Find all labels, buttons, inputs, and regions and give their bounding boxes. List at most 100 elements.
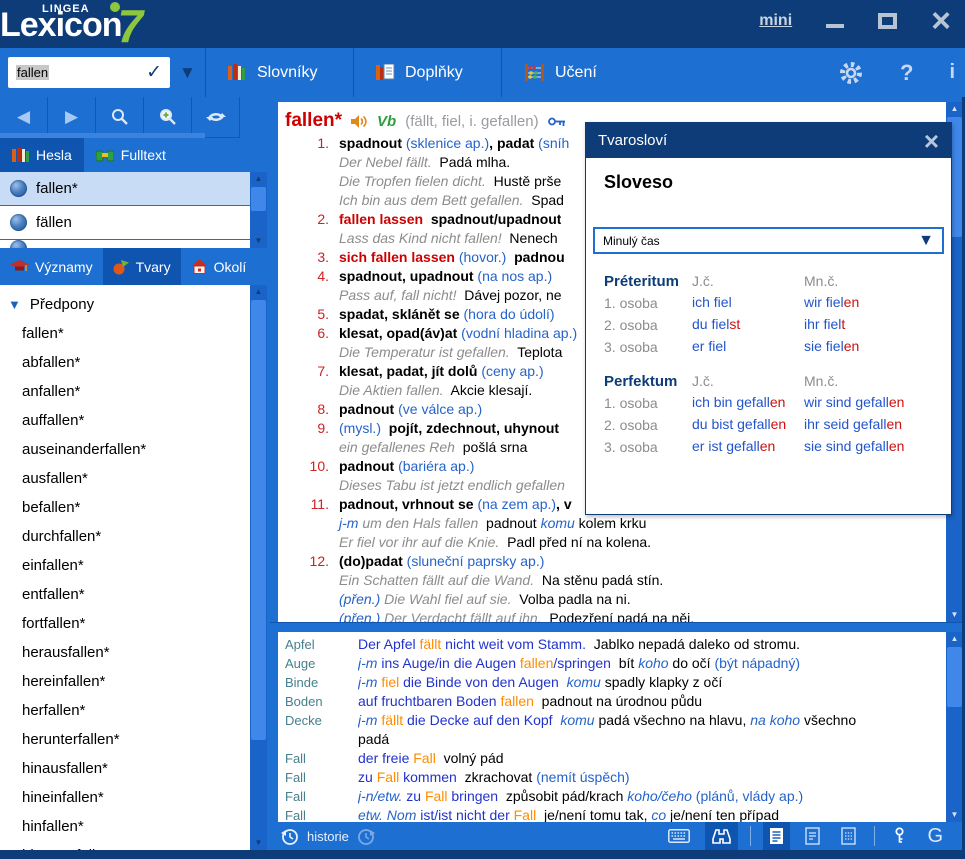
prefix-list-item[interactable]: hereinfallen* — [0, 667, 250, 696]
dialog-title-bar[interactable]: Tvarosloví × — [586, 123, 951, 158]
example-keyword[interactable]: Fall — [285, 749, 358, 768]
prefix-list-item[interactable]: hinunterfallen* — [0, 841, 250, 850]
history-label[interactable]: historie — [307, 829, 349, 844]
text-segment: Fall — [377, 769, 400, 785]
text-segment: fallen lassen — [339, 211, 423, 227]
prefix-scrollbar[interactable]: ▲ ▼ — [250, 285, 267, 850]
tab-okoli[interactable]: Okolí — [181, 248, 257, 285]
example-keyword[interactable]: Auge — [285, 654, 358, 673]
sync-button[interactable] — [192, 97, 240, 138]
search-dropdown-arrow[interactable]: ▼ — [179, 63, 196, 83]
sidebar: ◀ ▶ Hesla Fu — [0, 97, 270, 850]
close-button[interactable]: × — [931, 8, 951, 34]
speaker-icon[interactable] — [351, 114, 368, 129]
tab-slovniky[interactable]: Slovníky — [205, 48, 353, 97]
prefix-list-item[interactable]: abfallen* — [0, 348, 250, 377]
tab-vyznamy[interactable]: Významy — [0, 248, 103, 285]
prefix-list-item[interactable]: auseinanderfallen* — [0, 435, 250, 464]
scroll-down-icon[interactable]: ▼ — [250, 836, 267, 850]
prefix-list-item[interactable]: hinausfallen* — [0, 754, 250, 783]
example-keyword[interactable]: Binde — [285, 673, 358, 692]
prefix-list-item[interactable]: entfallen* — [0, 580, 250, 609]
text-segment: um den Hals fallen — [358, 515, 478, 531]
info-icon[interactable]: i — [949, 61, 955, 84]
scroll-thumb[interactable] — [251, 300, 266, 740]
doc-dotted-icon[interactable] — [835, 822, 862, 850]
form-base: sie fiel — [804, 338, 844, 354]
close-icon[interactable]: × — [924, 131, 939, 151]
key-icon[interactable] — [548, 116, 566, 127]
search-input[interactable]: fallen ✓ — [8, 57, 170, 88]
scroll-up-icon[interactable]: ▲ — [250, 285, 267, 299]
example-keyword[interactable]: Decke — [285, 711, 358, 749]
scroll-up-icon[interactable]: ▲ — [250, 172, 267, 186]
binoculars-icon[interactable] — [705, 822, 738, 850]
prefix-list-item[interactable]: hineinfallen* — [0, 783, 250, 812]
example-line: etw. Nom ist/ist nicht der Fall je/není … — [358, 806, 779, 822]
example-keyword[interactable]: Fall — [285, 806, 358, 822]
example-keyword[interactable]: Fall — [285, 787, 358, 806]
text-segment: Die Wahl fiel auf sie. — [380, 591, 511, 607]
meaning-body: padnout (ve válce ap.) — [329, 400, 482, 419]
search-plus-button[interactable] — [144, 97, 192, 138]
prefix-list-item[interactable]: fortfallen* — [0, 609, 250, 638]
scroll-down-icon[interactable]: ▼ — [946, 608, 963, 622]
conjugation-row: 1. osobaich fielwir fielen — [586, 292, 951, 314]
example-keyword[interactable]: Fall — [285, 768, 358, 787]
tab-uceni[interactable]: Učení — [501, 48, 649, 97]
prefix-list-item[interactable]: auffallen* — [0, 406, 250, 435]
minimize-button[interactable] — [826, 14, 844, 28]
history-forward-icon[interactable] — [357, 827, 376, 846]
history-back-icon[interactable] — [280, 827, 299, 846]
keyboard-icon[interactable] — [662, 822, 696, 850]
help-icon[interactable]: ? — [900, 60, 913, 86]
tab-doplnky[interactable]: Doplňky — [353, 48, 501, 97]
example-keyword[interactable]: Boden — [285, 692, 358, 711]
prefix-list-item[interactable]: einfallen* — [0, 551, 250, 580]
forward-icon: ▶ — [65, 107, 78, 127]
text-segment: zkrachovat — [457, 769, 536, 785]
text-segment: , v — [556, 496, 572, 512]
text-segment: pojít, zdechnout, uhynout — [381, 420, 559, 436]
scroll-up-icon[interactable]: ▲ — [946, 632, 963, 646]
key-icon[interactable] — [887, 822, 912, 850]
prefix-list-item[interactable]: anfallen* — [0, 377, 250, 406]
prefix-group-header[interactable]: ▼ Předpony — [0, 289, 250, 319]
prefix-list-item[interactable]: herausfallen* — [0, 638, 250, 667]
tense-dropdown[interactable]: Minulý čas ▼ — [593, 227, 944, 254]
search-button[interactable] — [96, 97, 144, 138]
maximize-button[interactable] — [878, 13, 897, 29]
nav-forward-button[interactable]: ▶ — [48, 97, 96, 138]
tab-hesla[interactable]: Hesla — [0, 138, 84, 172]
headword-item[interactable]: fallen* — [0, 172, 250, 205]
scroll-down-icon[interactable]: ▼ — [946, 808, 963, 822]
example-body: der freie Fall volný pád — [358, 749, 504, 768]
prefix-list-item[interactable]: ausfallen* — [0, 464, 250, 493]
tab-fulltext[interactable]: Fulltext — [84, 138, 178, 172]
nav-back-button[interactable]: ◀ — [0, 97, 48, 138]
tab-tvary[interactable]: Tvary — [103, 248, 181, 285]
headword-scrollbar[interactable]: ▲ ▼ — [250, 172, 267, 248]
headword-list: fallen*fällen ▲ ▼ — [0, 172, 270, 248]
prefix-list-item[interactable]: durchfallen* — [0, 522, 250, 551]
doc-filled-icon[interactable] — [763, 822, 790, 850]
headword-item[interactable]: fällen — [0, 206, 250, 239]
person-label: 1. osoba — [604, 395, 692, 411]
scroll-down-icon[interactable]: ▼ — [250, 234, 267, 248]
settings-gear-icon[interactable] — [838, 60, 864, 86]
prefix-list-item[interactable]: herfallen* — [0, 696, 250, 725]
doc-outline-icon[interactable] — [799, 822, 826, 850]
example-keyword[interactable]: Apfel — [285, 635, 358, 654]
prefix-list-item[interactable]: hinfallen* — [0, 812, 250, 841]
prefix-list-item[interactable]: herunterfallen* — [0, 725, 250, 754]
google-icon[interactable]: G — [921, 822, 949, 850]
scroll-thumb[interactable] — [251, 187, 266, 211]
headword-item-partial[interactable] — [0, 240, 250, 248]
example-row: Falletw. Nom ist/ist nicht der Fall je/n… — [285, 806, 946, 822]
prefix-list-item[interactable]: fallen* — [0, 319, 250, 348]
scroll-up-icon[interactable]: ▲ — [946, 102, 963, 116]
scroll-thumb[interactable] — [947, 647, 962, 707]
examples-scrollbar[interactable]: ▲ ▼ — [946, 632, 963, 822]
mini-mode-link[interactable]: mini — [759, 12, 792, 30]
prefix-list-item[interactable]: befallen* — [0, 493, 250, 522]
